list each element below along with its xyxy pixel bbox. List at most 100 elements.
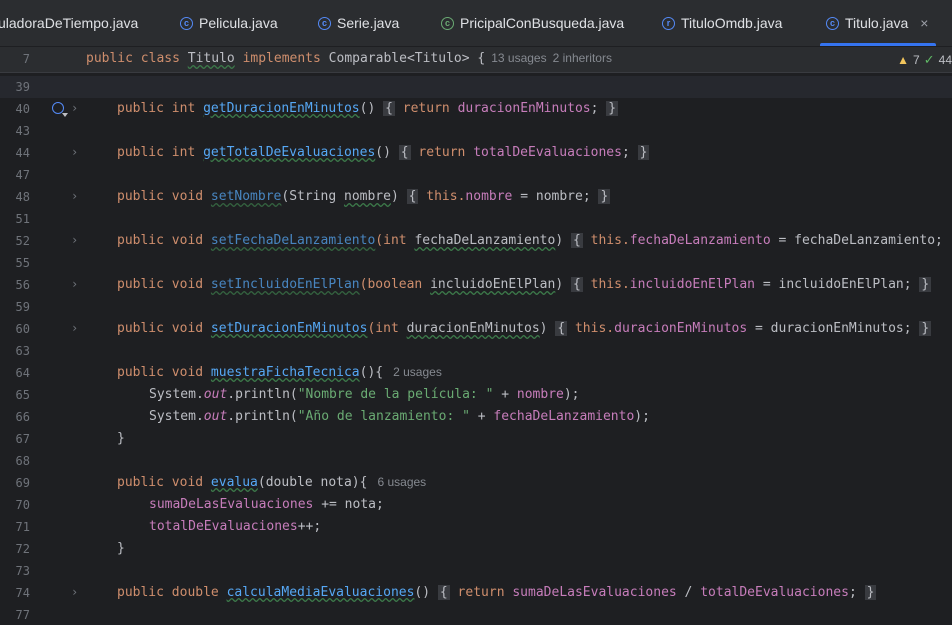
tab-pricipal-con-busqueda[interactable]: c PricipalConBusqueda.java [441,0,624,46]
sticky-class-header[interactable]: 7 public class Titulo implements Compara… [0,47,952,73]
code-text: public void setFechaDeLanzamiento(int fe… [117,233,952,248]
fold-chevron-icon[interactable]: › [71,189,78,203]
tab-titulo[interactable]: c Titulo.java × [819,0,938,46]
inheritors-hint: 2 inheritors [552,51,612,65]
code-line: 71 totalDeEvaluaciones++; [0,516,952,538]
line-number: 60 [15,322,30,336]
code-text: public void setIncluidoEnElPlan(boolean … [117,277,932,292]
code-line: 66 System.out.println("Año de lanzamient… [0,406,952,428]
fold-chevron-icon[interactable]: › [71,145,78,159]
line-number: 74 [15,586,30,600]
line-number: 71 [15,520,30,534]
line-number: 48 [15,190,30,204]
ok-count: 44 [938,53,952,67]
line-number: 52 [15,234,30,248]
warning-icon: ▲ [897,53,910,67]
usages-hint: 6 usages [377,475,427,489]
code-line: 63 [0,340,952,362]
line-number: 73 [15,564,30,578]
line-number: 77 [15,608,30,622]
code-line: 73 [0,560,952,582]
code-text: public int getDuracionEnMinutos() { retu… [117,101,619,116]
fold-chevron-icon[interactable]: › [71,101,78,115]
sticky-code: public class Titulo implements Comparabl… [86,51,612,66]
inspection-widget[interactable]: ▲ 7 ✓ 44 [897,52,952,68]
line-number: 44 [15,146,30,160]
line-number: 7 [22,52,30,66]
main-class-icon: c [441,16,454,30]
line-number: 39 [15,80,30,94]
code-text: public void setDuracionEnMinutos(int dur… [117,321,932,336]
fold-chevron-icon[interactable]: › [71,277,78,291]
usages-hint: 2 usages [393,365,442,379]
code-text: totalDeEvaluaciones++; [149,519,322,534]
line-number: 56 [15,278,30,292]
check-icon: ✓ [923,52,935,67]
tab-calculadora[interactable]: uladoraDeTiempo.java [0,0,138,46]
line-number: 64 [15,366,30,380]
code-line: 40 › public int getDuracionEnMinutos() {… [0,98,952,120]
code-line: 48 › public void setNombre(String nombre… [0,186,952,208]
close-icon[interactable]: × [920,15,928,31]
fold-chevron-icon[interactable]: › [71,585,78,599]
code-line: 67 } [0,428,952,450]
usages-hint: 13 usages [491,51,547,65]
code-line: 60 › public void setDuracionEnMinutos(in… [0,318,952,340]
line-number: 72 [15,542,30,556]
tab-label: uladoraDeTiempo.java [0,15,139,31]
tab-pelicula[interactable]: c Pelicula.java [180,0,278,46]
editor-tab-bar: uladoraDeTiempo.java c Pelicula.java c S… [0,0,952,47]
line-number: 65 [15,388,30,402]
implements-icon[interactable] [52,102,68,117]
code-line: 72 } [0,538,952,560]
tab-titulo-omdb[interactable]: r TituloOmdb.java [662,0,782,46]
code-text: public void evalua(double nota){6 usages [117,475,427,490]
tab-label: TituloOmdb.java [681,15,783,31]
line-number: 63 [15,344,30,358]
class-icon: c [826,16,839,30]
line-number: 51 [15,212,30,226]
code-line: 52 › public void setFechaDeLanzamiento(i… [0,230,952,252]
line-number: 43 [15,124,30,138]
tab-serie[interactable]: c Serie.java [318,0,399,46]
code-text: System.out.println("Año de lanzamiento: … [149,409,650,424]
line-number: 67 [15,432,30,446]
line-number: 40 [15,102,30,116]
tab-label: PricipalConBusqueda.java [460,15,625,31]
code-text: public void muestraFichaTecnica(){2 usag… [117,365,442,380]
code-line: 74 › public double calculaMediaEvaluacio… [0,582,952,604]
code-line: 43 [0,120,952,142]
code-line: 65 System.out.println("Nombre de la pelí… [0,384,952,406]
code-line: 56 › public void setIncluidoEnElPlan(boo… [0,274,952,296]
code-line: 68 [0,450,952,472]
line-number: 66 [15,410,30,424]
line-number: 69 [15,476,30,490]
code-line: 39 [0,76,952,98]
code-line: 55 [0,252,952,274]
line-number: 70 [15,498,30,512]
line-number: 47 [15,168,30,182]
fold-chevron-icon[interactable]: › [71,321,78,335]
code-line: 64 public void muestraFichaTecnica(){2 u… [0,362,952,384]
code-text: sumaDeLasEvaluaciones += nota; [149,497,384,512]
code-editor[interactable]: 39 40 › public int getDuracionEnMinutos(… [0,73,952,625]
code-line: 69 public void evalua(double nota){6 usa… [0,472,952,494]
ide-window: uladoraDeTiempo.java c Pelicula.java c S… [0,0,952,625]
line-number: 68 [15,454,30,468]
line-number: 59 [15,300,30,314]
fold-chevron-icon[interactable]: › [71,233,78,247]
class-icon: c [318,16,331,30]
warning-count: 7 [913,53,920,67]
code-text: public void setNombre(String nombre) { t… [117,189,611,204]
code-text: public double calculaMediaEvaluaciones()… [117,585,877,600]
code-text: System.out.println("Nombre de la películ… [149,387,580,402]
tab-label: Serie.java [337,15,400,31]
code-line: 51 [0,208,952,230]
record-icon: r [662,16,675,30]
code-line: 70 sumaDeLasEvaluaciones += nota; [0,494,952,516]
code-line: 44 › public int getTotalDeEvaluaciones()… [0,142,952,164]
class-icon: c [180,16,193,30]
code-line: 47 [0,164,952,186]
tab-label: Pelicula.java [199,15,278,31]
code-line: 77 [0,604,952,625]
